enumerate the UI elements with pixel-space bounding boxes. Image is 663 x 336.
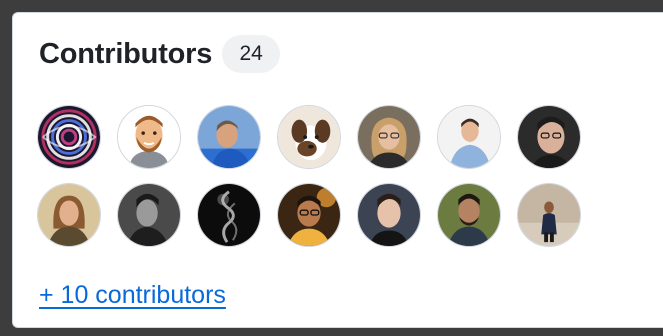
spiral-pattern-avatar-icon (38, 106, 100, 168)
contributor-avatar-3[interactable] (197, 105, 261, 169)
person-photo-avatar-icon (438, 106, 500, 168)
contributors-title[interactable]: Contributors (39, 38, 212, 71)
contributor-avatar-5[interactable] (357, 105, 421, 169)
contributor-avatar-12[interactable] (357, 183, 421, 247)
contributor-avatar-13[interactable] (437, 183, 501, 247)
smoke-photo-avatar-icon (198, 184, 260, 246)
person-photo-avatar-icon (518, 106, 580, 168)
contributor-avatar-14[interactable] (517, 183, 581, 247)
more-contributors-link[interactable]: + 10 contributors (39, 281, 226, 310)
person-photo-avatar-icon (278, 184, 340, 246)
person-photo-avatar-icon (518, 184, 580, 246)
person-photo-avatar-icon (198, 106, 260, 168)
person-photo-avatar-icon (118, 184, 180, 246)
person-photo-avatar-icon (38, 184, 100, 246)
contributor-avatar-10[interactable] (197, 183, 261, 247)
contributor-avatar-9[interactable] (117, 183, 181, 247)
contributors-panel: Contributors 24 + 10 contributors (12, 12, 663, 328)
window-background: Contributors 24 + 10 contributors (0, 0, 663, 336)
contributor-avatar-8[interactable] (37, 183, 101, 247)
contributor-avatar-7[interactable] (517, 105, 581, 169)
contributor-avatar-1[interactable] (37, 105, 101, 169)
person-photo-avatar-icon (358, 106, 420, 168)
contributors-count-badge: 24 (222, 35, 281, 73)
contributor-avatar-6[interactable] (437, 105, 501, 169)
contributors-header: Contributors 24 (39, 35, 281, 73)
dog-photo-avatar-icon (278, 106, 340, 168)
contributor-avatar-4[interactable] (277, 105, 341, 169)
person-photo-avatar-icon (438, 184, 500, 246)
contributor-avatar-2[interactable] (117, 105, 181, 169)
contributor-avatar-11[interactable] (277, 183, 341, 247)
cartoon-bearded-avatar-icon (118, 106, 180, 168)
person-photo-avatar-icon (358, 184, 420, 246)
